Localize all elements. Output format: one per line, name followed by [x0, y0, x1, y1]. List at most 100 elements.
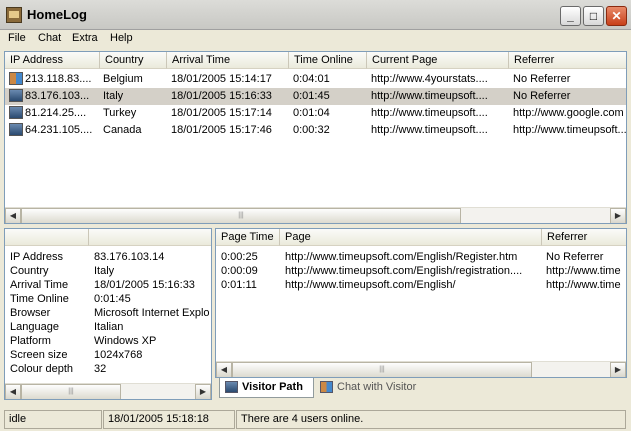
- title-bar[interactable]: HomeLog _ □ ✕: [0, 0, 631, 30]
- scroll-left-icon[interactable]: ◀: [5, 208, 21, 223]
- tab-visitor-path[interactable]: Visitor Path: [219, 378, 314, 398]
- visitor-ip: 81.214.25....: [25, 107, 87, 119]
- homelog-window: HomeLog _ □ ✕ File Chat Extra Help IP Ad…: [0, 0, 631, 431]
- detail-label: Country: [10, 265, 49, 277]
- visitor-country: Canada: [103, 124, 142, 136]
- close-button[interactable]: ✕: [606, 6, 627, 26]
- detail-value: Italy: [94, 265, 115, 277]
- visitor-referrer: http://www.google.com: [513, 107, 624, 119]
- path-referrer: http://www.time: [546, 265, 621, 277]
- scroll-right-icon[interactable]: ▶: [610, 208, 626, 223]
- menu-help[interactable]: Help: [110, 32, 133, 44]
- path-time: 0:00:09: [221, 265, 258, 277]
- detail-label: Platform: [10, 335, 51, 347]
- homelog-app-icon: [6, 7, 22, 23]
- monitor-icon: [9, 106, 23, 119]
- visitor-row[interactable]: 83.176.103... Italy 18/01/2005 15:16:33 …: [5, 88, 626, 105]
- visitor-row[interactable]: 81.214.25.... Turkey 18/01/2005 15:17:14…: [5, 105, 626, 122]
- detail-value: Microsoft Internet Explo: [94, 307, 210, 319]
- path-time: 0:00:25: [221, 251, 258, 263]
- visitor-page: http://www.4yourstats....: [371, 73, 488, 85]
- col-referrer[interactable]: Referrer: [509, 52, 626, 69]
- monitor-icon: [9, 89, 23, 102]
- scroll-thumb[interactable]: |||: [21, 384, 121, 399]
- details-col-value: [89, 229, 211, 246]
- monitor-icon: [225, 381, 238, 393]
- status-bar: idle 18/01/2005 15:18:18 There are 4 use…: [0, 408, 631, 431]
- visitor-country: Turkey: [103, 107, 137, 119]
- menu-file[interactable]: File: [8, 32, 26, 44]
- col-current-page[interactable]: Current Page: [367, 52, 509, 69]
- path-referrer: No Referrer: [546, 251, 604, 263]
- menu-chat[interactable]: Chat: [38, 32, 61, 44]
- detail-label: IP Address: [10, 251, 63, 263]
- details-col-label: [5, 229, 89, 246]
- visitor-page: http://www.timeupsoft....: [371, 107, 488, 119]
- maximize-button[interactable]: □: [583, 6, 604, 26]
- col-path-referrer[interactable]: Referrer: [542, 229, 626, 246]
- visitor-online: 0:01:04: [293, 107, 330, 119]
- scroll-thumb[interactable]: |||: [21, 208, 461, 223]
- scroll-left-icon[interactable]: ◀: [5, 384, 21, 399]
- detail-value: 18/01/2005 15:16:33: [94, 279, 195, 291]
- col-time-online[interactable]: Time Online: [289, 52, 367, 69]
- monitor-icon: [9, 123, 23, 136]
- visitor-path-list[interactable]: Page Time Page Referrer 0:00:25 http://w…: [215, 228, 627, 378]
- visitor-arrival: 18/01/2005 15:14:17: [171, 73, 272, 85]
- visitor-referrer: No Referrer: [513, 90, 571, 102]
- visitor-online: 0:00:32: [293, 124, 330, 136]
- visitor-ip: 64.231.105....: [25, 124, 93, 136]
- visitor-page: http://www.timeupsoft....: [371, 90, 488, 102]
- detail-label: Time Online: [10, 293, 69, 305]
- visitor-ip: 83.176.103...: [25, 90, 90, 102]
- scroll-thumb[interactable]: |||: [232, 362, 532, 377]
- tab-label: Chat with Visitor: [337, 381, 417, 393]
- window-title: HomeLog: [27, 7, 87, 22]
- visitor-referrer: http://www.timeupsoft....: [513, 124, 627, 136]
- col-arrival-time[interactable]: Arrival Time: [167, 52, 289, 69]
- col-page[interactable]: Page: [280, 229, 542, 246]
- col-ip-address[interactable]: IP Address: [5, 52, 100, 69]
- status-message: There are 4 users online.: [236, 410, 626, 429]
- path-referrer: http://www.time: [546, 279, 621, 291]
- path-row[interactable]: 0:01:11 http://www.timeupsoft.com/Englis…: [216, 277, 626, 294]
- col-page-time[interactable]: Page Time: [216, 229, 280, 246]
- detail-row: Colour depth 32: [5, 361, 211, 378]
- path-hscrollbar[interactable]: ◀ ||| ▶: [216, 361, 626, 377]
- visitor-country: Italy: [103, 90, 124, 102]
- visitor-row[interactable]: 213.118.83.... Belgium 18/01/2005 15:14:…: [5, 71, 626, 88]
- status-state: idle: [4, 410, 102, 429]
- detail-label: Language: [10, 321, 59, 333]
- menu-extra[interactable]: Extra: [72, 32, 98, 44]
- visitor-country: Belgium: [103, 73, 143, 85]
- visitor-details[interactable]: IP Address 83.176.103.14 Country Italy A…: [4, 228, 212, 400]
- detail-value: 83.176.103.14: [94, 251, 165, 263]
- visitor-online: 0:04:01: [293, 73, 330, 85]
- visitor-arrival: 18/01/2005 15:17:14: [171, 107, 272, 119]
- scroll-right-icon[interactable]: ▶: [610, 362, 626, 377]
- scroll-left-icon[interactable]: ◀: [216, 362, 232, 377]
- visitor-online: 0:01:45: [293, 90, 330, 102]
- visitors-list[interactable]: IP Address Country Arrival Time Time Onl…: [4, 51, 627, 224]
- detail-label: Screen size: [10, 349, 68, 361]
- visitor-arrival: 18/01/2005 15:16:33: [171, 90, 272, 102]
- detail-label: Colour depth: [10, 363, 73, 375]
- details-hscrollbar[interactable]: ◀ ||| ▶: [5, 383, 211, 399]
- detail-value: 1024x768: [94, 349, 143, 361]
- visitor-arrival: 18/01/2005 15:17:46: [171, 124, 272, 136]
- tab-label: Visitor Path: [242, 381, 303, 393]
- detail-value: Windows XP: [94, 335, 157, 347]
- col-country[interactable]: Country: [100, 52, 167, 69]
- visitor-row[interactable]: 64.231.105.... Canada 18/01/2005 15:17:4…: [5, 122, 626, 139]
- tab-chat-with-visitor[interactable]: Chat with Visitor: [315, 378, 437, 398]
- minimize-button[interactable]: _: [560, 6, 581, 26]
- detail-value: Italian: [94, 321, 124, 333]
- menu-bar: File Chat Extra Help: [0, 30, 631, 49]
- path-page: http://www.timeupsoft.com/English/: [285, 279, 456, 291]
- visitor-referrer: No Referrer: [513, 73, 571, 85]
- visitors-hscrollbar[interactable]: ◀ ||| ▶: [5, 207, 626, 223]
- scroll-right-icon[interactable]: ▶: [195, 384, 211, 399]
- visitor-ip: 213.118.83....: [25, 73, 92, 85]
- path-page: http://www.timeupsoft.com/English/Regist…: [285, 251, 518, 263]
- detail-label: Arrival Time: [10, 279, 69, 291]
